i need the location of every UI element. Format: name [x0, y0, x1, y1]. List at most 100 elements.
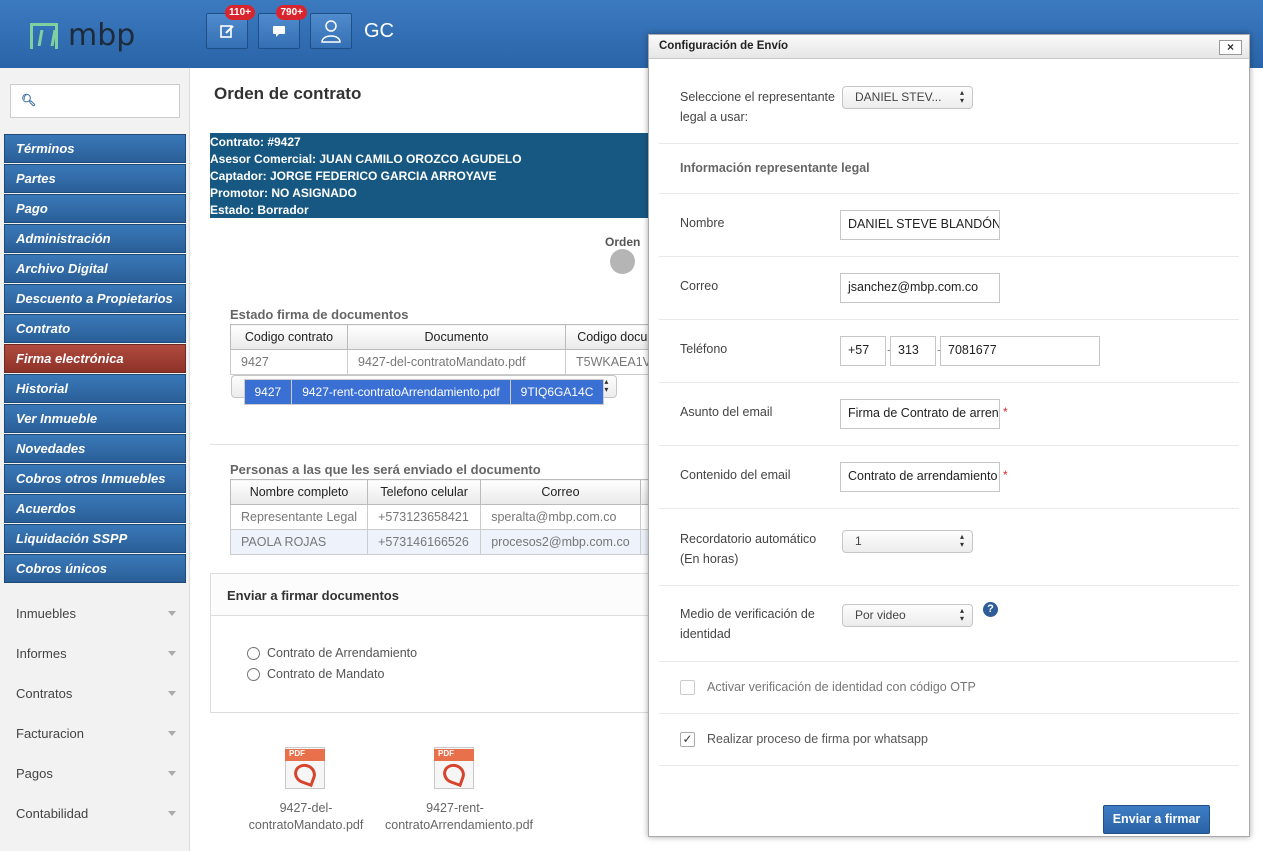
menu-label: Facturacion [16, 726, 84, 741]
menu-contratos[interactable]: Contratos [16, 686, 176, 701]
content-field[interactable]: Contrato de arrendamiento [840, 462, 1000, 492]
logo-mark-icon [30, 22, 58, 49]
pdf-file-icon[interactable]: PDF [433, 747, 475, 789]
table-row[interactable]: Representante Legal +573123658421 speral… [229, 504, 671, 530]
menu-label: Informes [16, 646, 67, 661]
sidebar-item-firma-electronica[interactable]: Firma electrónica [4, 344, 186, 373]
table-cell: 9427-rent-contratoArrendamiento.pdf [291, 379, 511, 405]
radio-label: Contrato de Mandato [267, 667, 385, 681]
table-cell: 9427 [230, 349, 348, 375]
menu-pagos[interactable]: Pagos [16, 766, 176, 781]
table-row[interactable]: PAOLA ROJAS +573146166526 procesos2@mbp.… [229, 529, 671, 555]
sidebar-item-archivo-digital[interactable]: Archivo Digital [4, 254, 186, 283]
help-icon[interactable]: ? [983, 602, 998, 617]
chevron-down-icon [168, 691, 176, 696]
sidebar-item-descuento-propietarios[interactable]: Descuento a Propietarios [4, 284, 186, 313]
email-field[interactable]: jsanchez@mbp.com.co [840, 273, 1000, 303]
checkbox-label: Realizar proceso de firma por whatsapp [707, 732, 928, 746]
contract-promotor: Promotor: NO ASIGNADO [210, 186, 357, 200]
reminder-select[interactable]: 1 [842, 530, 973, 553]
table-row-selected[interactable]: 9427 9427-rent-contratoArrendamiento.pdf… [230, 375, 618, 405]
radio-button[interactable] [247, 667, 260, 681]
chevron-down-icon [168, 651, 176, 656]
checkbox-label: Activar verificación de identidad con có… [707, 680, 976, 694]
sidebar-item-partes[interactable]: Partes [4, 164, 186, 193]
column-header[interactable]: Documento [347, 324, 566, 350]
pdf-badge: PDF [285, 749, 325, 761]
required-mark: * [1003, 468, 1008, 482]
radio-button[interactable] [247, 646, 260, 660]
form-row-otp: Activar verificación de identidad con có… [659, 662, 1239, 714]
file-name-line: contratoMandato.pdf [248, 818, 364, 832]
dialog-titlebar[interactable]: Configuración de Envío × [649, 35, 1249, 59]
field-label: Asunto del email [680, 405, 773, 419]
menu-inmuebles[interactable]: Inmuebles [16, 606, 176, 621]
label-line: (En horas) [680, 552, 739, 566]
subject-field[interactable]: Firma de Contrato de arrendamiento [840, 399, 1000, 429]
logo[interactable]: mbp [30, 18, 135, 53]
sidebar-item-pago[interactable]: Pago [4, 194, 186, 223]
verification-select[interactable]: Por video [842, 604, 973, 627]
column-header[interactable]: Nombre completo [229, 479, 369, 505]
column-header[interactable]: Codigo contrato [230, 324, 348, 350]
file-name[interactable]: 9427-rent- contratoArrendamiento.pdf [385, 800, 533, 834]
menu-label: Inmuebles [16, 606, 76, 621]
file-name[interactable]: 9427-del- contratoMandato.pdf [236, 800, 376, 834]
close-button[interactable]: × [1219, 40, 1242, 55]
column-header[interactable]: Telefono celular [367, 479, 482, 505]
phone-area-field[interactable]: 313 [890, 336, 936, 366]
sidebar-item-ver-inmueble[interactable]: Ver Inmueble [4, 404, 186, 433]
radio-contrato-mandato[interactable]: Contrato de Mandato [247, 667, 384, 681]
persons-table: Nombre completo Telefono celular Correo … [229, 479, 671, 555]
form-row-email: Correo jsanchez@mbp.com.co [659, 257, 1239, 320]
otp-checkbox[interactable] [680, 680, 695, 695]
menu-facturacion[interactable]: Facturacion [16, 726, 176, 741]
search-input[interactable]: 🔍︎ [10, 84, 180, 118]
page-title: Orden de contrato [214, 84, 362, 103]
contract-advisor: Asesor Comercial: JUAN CAMILO OROZCO AGU… [210, 152, 522, 166]
whatsapp-checkbox[interactable]: ✓ [680, 732, 695, 747]
menu-contabilidad[interactable]: Contabilidad [16, 806, 176, 821]
sidebar-item-liquidacion-sspp[interactable]: Liquidación SSPP [4, 524, 186, 553]
sidebar-item-contrato[interactable]: Contrato [4, 314, 186, 343]
sidebar-item-novedades[interactable]: Novedades [4, 434, 186, 463]
user-profile-button[interactable] [310, 13, 352, 49]
messages-button[interactable]: 790+ [258, 5, 307, 49]
table-row[interactable]: 9427 9427-del-contratoMandato.pdf T5WKAE… [230, 349, 670, 375]
menu-informes[interactable]: Informes [16, 646, 176, 661]
sidebar-item-cobros-unicos[interactable]: Cobros únicos [4, 554, 186, 583]
pdf-file-icon[interactable]: PDF [284, 747, 326, 789]
notifications-button[interactable]: 110+ [206, 5, 255, 49]
field-label: Seleccione el representante legal a usar… [680, 87, 835, 127]
form-row-representative: Seleccione el representante legal a usar… [659, 59, 1239, 144]
column-header[interactable]: Correo [480, 479, 641, 505]
radio-label: Contrato de Arrendamiento [267, 646, 418, 660]
form-row-phone: Teléfono +57 - 313 - 7081677 [659, 320, 1239, 383]
section-title: Información representante legal [680, 161, 870, 175]
phone-country-field[interactable]: +57 [840, 336, 886, 366]
send-to-sign-button[interactable]: Enviar a firmar [1103, 805, 1210, 834]
radio-contrato-arrendamiento[interactable]: Contrato de Arrendamiento [247, 646, 417, 660]
form-row-whatsapp: ✓ Realizar proceso de firma por whatsapp [659, 714, 1239, 766]
table-cell: +573123658421 [367, 504, 482, 530]
edit-icon [220, 25, 234, 38]
sidebar-item-historial[interactable]: Historial [4, 374, 186, 403]
pdf-badge: PDF [434, 749, 474, 761]
chevron-down-icon [168, 731, 176, 736]
docs-table: Codigo contrato Documento Codigo docum 9… [230, 324, 670, 405]
sidebar-item-terminos[interactable]: Términos [4, 134, 186, 163]
representative-select[interactable]: DANIEL STEV... [842, 86, 973, 109]
sidebar-item-acuerdos[interactable]: Acuerdos [4, 494, 186, 523]
phone-number-field[interactable]: 7081677 [940, 336, 1100, 366]
dialog-body: Seleccione el representante legal a usar… [649, 59, 1249, 836]
step-indicator[interactable] [610, 249, 635, 274]
table-cell: Representante Legal [229, 504, 369, 530]
menu-label: Pagos [16, 766, 53, 781]
docs-section-title: Estado firma de documentos [230, 307, 409, 322]
sidebar-item-cobros-otros-inmuebles[interactable]: Cobros otros Inmuebles [4, 464, 186, 493]
dialog-title: Configuración de Envío [659, 40, 789, 52]
name-field[interactable]: DANIEL STEVE BLANDÓN [840, 210, 1000, 240]
form-row-content: Contenido del email Contrato de arrendam… [659, 446, 1239, 509]
sidebar-item-administracion[interactable]: Administración [4, 224, 186, 253]
menu-label: Contabilidad [16, 806, 89, 821]
